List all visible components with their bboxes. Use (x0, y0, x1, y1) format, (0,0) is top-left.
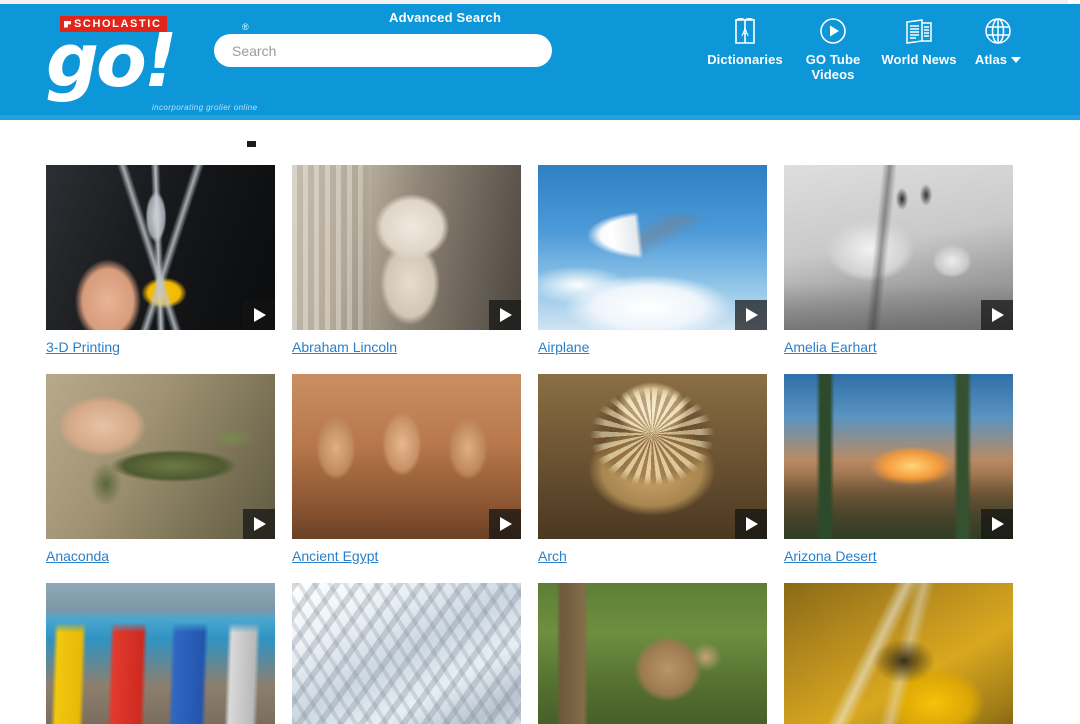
topic-card (538, 583, 767, 724)
topic-link[interactable]: Arch (538, 548, 567, 564)
topic-card-grid: 3-D Printing Abraham Lincoln Airplane Ameli… (46, 165, 1014, 724)
topic-image (538, 583, 767, 724)
page-root: SCHOLASTIC go! ❯ incorporating grolier o… (0, 0, 1080, 724)
play-video-badge-icon[interactable] (981, 300, 1013, 330)
topic-thumbnail[interactable] (784, 165, 1013, 330)
topic-thumbnail[interactable] (784, 583, 1013, 724)
play-video-badge-icon[interactable] (243, 509, 275, 539)
topic-thumbnail[interactable] (538, 165, 767, 330)
topic-image (784, 374, 1013, 539)
registered-trademark-icon: ® (242, 22, 249, 32)
topic-thumbnail[interactable] (46, 374, 275, 539)
play-triangle-icon (500, 517, 512, 531)
svg-text:A: A (741, 27, 749, 39)
nav-label-dictionaries: Dictionaries (707, 52, 783, 67)
topic-image (784, 583, 1013, 724)
play-video-badge-icon[interactable] (981, 509, 1013, 539)
nav-label-atlas-row: Atlas (974, 52, 1022, 67)
go-arrow-icon: ❯ (164, 73, 181, 95)
site-logo[interactable]: SCHOLASTIC go! ❯ incorporating grolier o… (46, 12, 257, 112)
play-video-badge-icon[interactable] (735, 300, 767, 330)
play-triangle-icon (254, 308, 266, 322)
site-header: SCHOLASTIC go! ❯ incorporating grolier o… (0, 4, 1080, 120)
nav-item-world-news[interactable]: World News (874, 14, 964, 67)
nav-item-atlas[interactable]: Atlas (968, 14, 1028, 67)
topic-link[interactable]: Amelia Earhart (784, 339, 877, 355)
topic-image (538, 374, 767, 539)
topic-card: Airplane (538, 165, 767, 374)
topic-image (46, 583, 275, 724)
play-triangle-icon (992, 517, 1004, 531)
topic-card (46, 583, 275, 724)
topic-image (292, 583, 521, 724)
play-video-badge-icon[interactable] (489, 300, 521, 330)
topic-image (538, 165, 767, 330)
topic-link[interactable]: Anaconda (46, 548, 109, 564)
topic-thumbnail[interactable] (292, 583, 521, 724)
nav-item-go-tube-videos[interactable]: GO Tube Videos (798, 14, 868, 82)
logo-tagline: incorporating grolier online (152, 103, 258, 112)
topic-card: Arizona Desert (784, 374, 1013, 583)
topic-image (784, 165, 1013, 330)
search-input[interactable] (214, 34, 552, 67)
play-video-badge-icon[interactable] (735, 509, 767, 539)
topic-thumbnail[interactable] (538, 374, 767, 539)
topic-link[interactable]: Arizona Desert (784, 548, 877, 564)
topic-card: Arch (538, 374, 767, 583)
go-wordmark: go! (46, 24, 178, 98)
topic-image (46, 165, 275, 330)
topic-thumbnail[interactable] (46, 583, 275, 724)
topic-card: 3-D Printing (46, 165, 275, 374)
topic-card (292, 583, 521, 724)
play-triangle-icon (746, 308, 758, 322)
topic-link[interactable]: Ancient Egypt (292, 548, 378, 564)
topic-card: Amelia Earhart (784, 165, 1013, 374)
topic-image (292, 165, 521, 330)
content-area: 3-D Printing Abraham Lincoln Airplane Ameli… (0, 120, 1080, 724)
topic-link[interactable]: 3-D Printing (46, 339, 120, 355)
topic-link[interactable]: Airplane (538, 339, 589, 355)
topic-image (46, 374, 275, 539)
topic-thumbnail[interactable] (292, 165, 521, 330)
topic-card: Anaconda (46, 374, 275, 583)
topic-link[interactable]: Abraham Lincoln (292, 339, 397, 355)
newspaper-icon (904, 14, 934, 48)
nav-label-atlas: Atlas (974, 52, 1008, 67)
play-video-badge-icon[interactable] (489, 509, 521, 539)
play-triangle-icon (500, 308, 512, 322)
topic-thumbnail[interactable] (46, 165, 275, 330)
nav-label-go-tube-videos: GO Tube Videos (806, 52, 861, 82)
chevron-down-icon[interactable] (1011, 56, 1022, 63)
nav-label-go-tube-line2: Videos (811, 67, 855, 82)
play-triangle-icon (254, 517, 266, 531)
play-triangle-icon (746, 517, 758, 531)
play-circle-icon (818, 14, 848, 48)
search-box (214, 34, 552, 67)
globe-icon (983, 14, 1013, 48)
nav-label-world-news: World News (881, 52, 957, 67)
advanced-search-link[interactable]: Advanced Search (389, 10, 501, 25)
nav-item-dictionaries[interactable]: A Dictionaries (700, 14, 790, 67)
play-video-badge-icon[interactable] (243, 300, 275, 330)
dictionary-book-icon: A (731, 14, 759, 48)
stray-artifact-mark (247, 141, 256, 147)
nav-label-go-tube-line1: GO Tube (805, 52, 861, 67)
topic-image (292, 374, 521, 539)
topic-thumbnail[interactable] (784, 374, 1013, 539)
topic-card: Ancient Egypt (292, 374, 521, 583)
topic-thumbnail[interactable] (538, 583, 767, 724)
topic-card: Abraham Lincoln (292, 165, 521, 374)
go-wordmark-text: go (46, 18, 147, 104)
topic-thumbnail[interactable] (292, 374, 521, 539)
topic-card (784, 583, 1013, 724)
play-triangle-icon (992, 308, 1004, 322)
